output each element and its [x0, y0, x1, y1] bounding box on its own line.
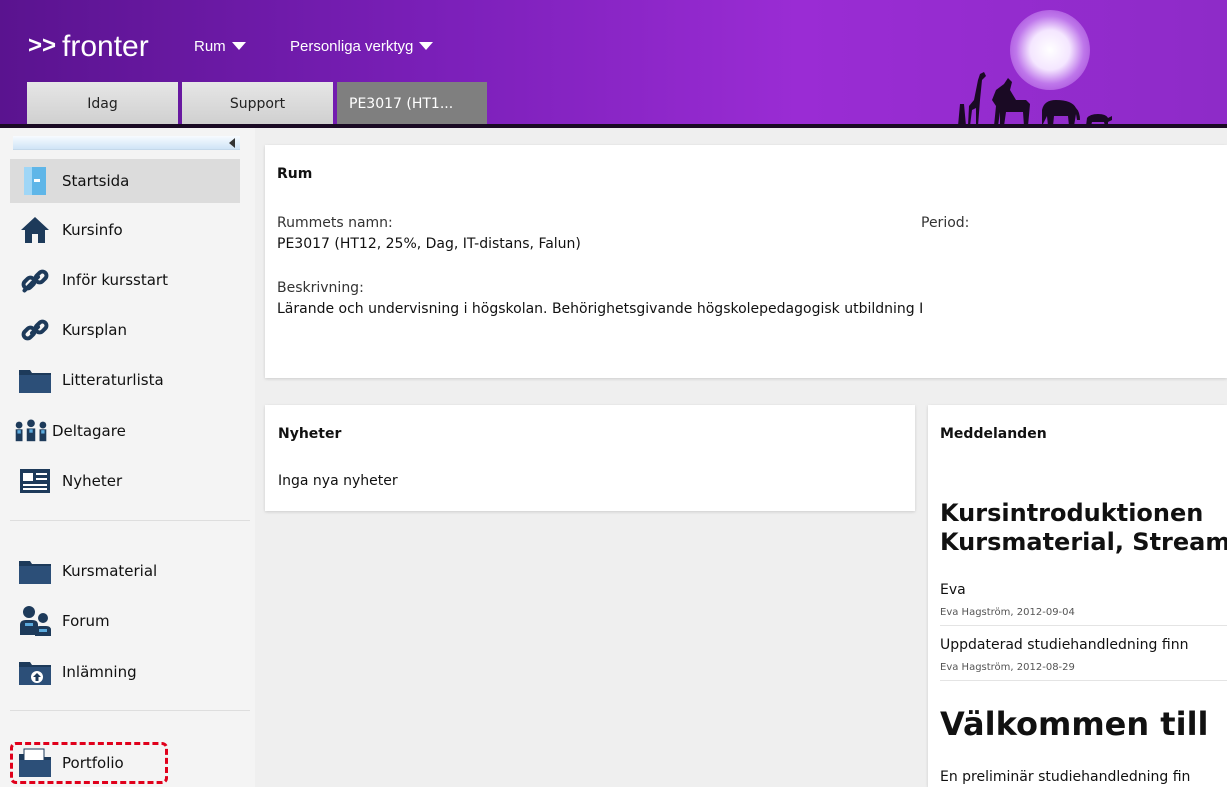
tab-support[interactable]: Support [182, 82, 333, 126]
link-icon [18, 313, 52, 347]
sidebar-item-kursmaterial[interactable]: Kursmaterial [10, 549, 240, 593]
news-icon [18, 464, 52, 498]
header-banner: >> fronter Rum Personliga verktyg Idag Su… [0, 0, 1227, 128]
door-icon [18, 164, 52, 198]
logo-chevrons: >> [28, 32, 57, 59]
menu-rum[interactable]: Rum [194, 38, 246, 55]
messages-panel: Meddelanden Kursintroduktionen Kursmater… [928, 405, 1227, 787]
message-heading-line2[interactable]: Kursmaterial, Stream [940, 528, 1227, 557]
sidebar-divider [10, 710, 250, 711]
menu-personliga-label: Personliga verktyg [290, 38, 414, 55]
sidebar-divider [10, 520, 250, 521]
home-icon [18, 213, 52, 247]
description-label: Beskrivning: [277, 280, 364, 296]
chevron-down-icon [419, 42, 434, 50]
sidebar-item-label: Inlämning [62, 663, 137, 681]
sidebar-item-label: Startsida [62, 172, 130, 190]
folder-icon [18, 363, 52, 397]
sidebar-item-label: Kursplan [62, 321, 127, 339]
description-value: Lärande och undervisning i högskolan. Be… [277, 301, 924, 317]
logo-text: fronter [62, 30, 149, 63]
upload-folder-icon [18, 655, 52, 689]
messages-panel-title: Meddelanden [940, 426, 1047, 442]
room-name-value: PE3017 (HT12, 25%, Dag, IT-distans, Falu… [277, 236, 581, 252]
folder-icon [18, 554, 52, 588]
people-icon [14, 414, 48, 448]
sidebar-item-label: Deltagare [52, 422, 126, 440]
menu-rum-label: Rum [194, 38, 226, 55]
news-panel: Nyheter Inga nya nyheter [265, 405, 915, 511]
message-item-meta: Eva Hagström, 2012-08-29 [940, 662, 1075, 673]
sidebar-item-deltagare[interactable]: Deltagare [10, 409, 240, 453]
welcome-heading: Välkommen till [940, 705, 1209, 743]
sidebar-item-label: Kursinfo [62, 221, 123, 239]
sidebar-header-bar [13, 136, 240, 150]
news-panel-title: Nyheter [278, 426, 342, 442]
sidebar-item-infor-kursstart[interactable]: Inför kursstart [10, 258, 240, 302]
menu-personliga-verktyg[interactable]: Personliga verktyg [290, 38, 434, 55]
news-empty-text: Inga nya nyheter [278, 473, 398, 489]
sidebar-item-startsida[interactable]: Startsida [10, 159, 240, 203]
chevron-down-icon [231, 42, 246, 50]
forum-icon [18, 604, 52, 638]
period-label: Period: [921, 215, 970, 231]
portfolio-highlight-box [10, 742, 168, 784]
sidebar-item-nyheter[interactable]: Nyheter [10, 459, 240, 503]
message-item-meta: Eva Hagström, 2012-09-04 [940, 607, 1075, 618]
room-panel-title: Rum [277, 166, 313, 182]
message-divider [940, 625, 1227, 626]
sidebar-item-label: Forum [62, 612, 110, 630]
sidebar-item-label: Litteraturlista [62, 371, 164, 389]
welcome-text: En preliminär studiehandledning fin [940, 769, 1191, 785]
fronter-logo[interactable]: >> fronter [28, 30, 149, 64]
tab-support-label: Support [229, 96, 286, 112]
sidebar: Startsida Kursinfo Inför kursstart Kursp… [0, 128, 255, 787]
animals-silhouette-icon [958, 72, 1112, 126]
tab-pe3017-label: PE3017 (HT1... [349, 96, 454, 112]
sidebar-item-label: Nyheter [62, 472, 123, 490]
tab-idag-label: Idag [87, 96, 118, 112]
tab-idag[interactable]: Idag [27, 82, 178, 126]
collapse-arrow-icon[interactable] [229, 138, 235, 148]
message-divider [940, 680, 1227, 681]
message-heading-line1[interactable]: Kursintroduktionen [940, 499, 1203, 528]
sidebar-item-kursplan[interactable]: Kursplan [10, 308, 240, 352]
sidebar-item-kursinfo[interactable]: Kursinfo [10, 208, 240, 252]
message-item-text[interactable]: Uppdaterad studiehandledning finn [940, 637, 1188, 653]
room-info-panel: Rum Rummets namn: PE3017 (HT12, 25%, Dag… [265, 145, 1227, 378]
sidebar-item-litteraturlista[interactable]: Litteraturlista [10, 358, 240, 402]
sidebar-item-label: Inför kursstart [62, 271, 168, 289]
message-item-text[interactable]: Eva [940, 582, 966, 598]
sidebar-item-label: Kursmaterial [62, 562, 158, 580]
sidebar-item-inlamning[interactable]: Inlämning [10, 650, 240, 694]
room-name-label: Rummets namn: [277, 215, 393, 231]
sidebar-item-forum[interactable]: Forum [10, 599, 240, 643]
link-icon [18, 263, 52, 297]
tab-pe3017[interactable]: PE3017 (HT1... [337, 82, 487, 126]
